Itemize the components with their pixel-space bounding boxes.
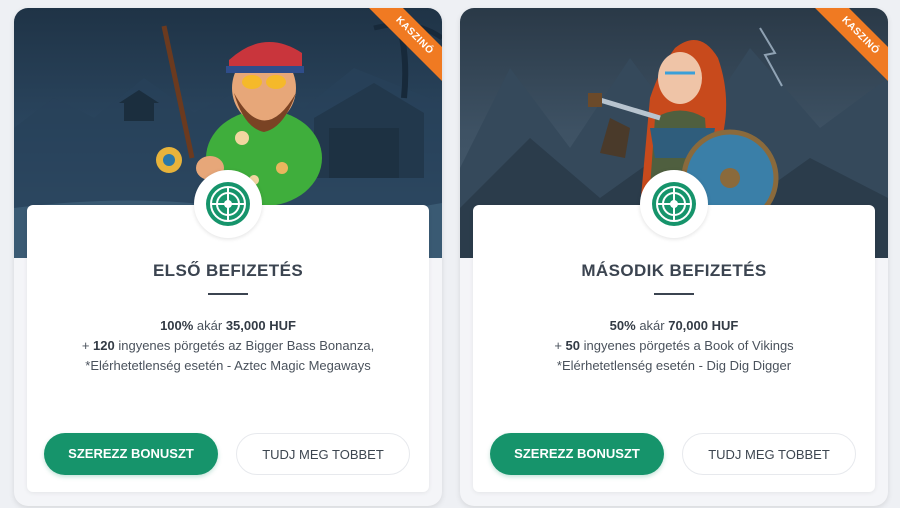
learn-more-button[interactable]: TUDJ MEG TOBBET [236,433,410,475]
card-title: ELSŐ BEFIZETÉS [152,261,304,280]
offer-fallback: *Elérhetetlenség esetén - Dig Dig Digger [556,358,792,373]
bonus-card-second-deposit: KASZINÓ MÁSODIK BEFIZETÉS 50% akár 70,00… [460,8,888,506]
title-divider [208,293,248,295]
roulette-icon [652,182,696,226]
offer-max-amount: 35,000 HUF [225,318,296,333]
offer-plus: + [554,338,566,353]
offer-amount: 50% akár 70,000 HUF [460,318,888,333]
roulette-icon [206,182,250,226]
offer-plus: + [81,338,94,353]
roulette-badge [194,170,262,238]
title-divider [654,293,694,295]
learn-more-button[interactable]: TUDJ MEG TOBBET [682,433,856,475]
get-bonus-button[interactable]: SZEREZZ BONUSZT [44,433,218,475]
offer-spins-text: ingyenes pörgetés az Bigger Bass Bonanza… [114,338,375,353]
offer-fallback: *Elérhetetlenség esetén - Aztec Magic Me… [85,358,371,373]
offer-free-spins: + 120 ingyenes pörgetés az Bigger Bass B… [14,338,442,353]
offer-percent: 50% [609,318,636,333]
get-bonus-button[interactable]: SZEREZZ BONUSZT [490,433,664,475]
offer-spins-count: 120 [93,338,115,353]
offer-free-spins: + 50 ingyenes pörgetés a Book of Vikings [460,338,888,353]
offer-up-to: akár [193,318,226,333]
roulette-badge [640,170,708,238]
offer-amount: 100% akár 35,000 HUF [14,318,442,333]
card-title: MÁSODIK BEFIZETÉS [581,261,767,280]
offer-up-to: akár [635,318,669,333]
offer-max-amount: 70,000 HUF [668,318,739,333]
offer-percent: 100% [160,318,194,333]
bonus-card-first-deposit: KASZINÓ ELSŐ BEFIZETÉS 100% akár 35,000 … [14,8,442,506]
offer-spins-text: ingyenes pörgetés a Book of Vikings [580,338,794,353]
offer-spins-count: 50 [565,338,580,353]
